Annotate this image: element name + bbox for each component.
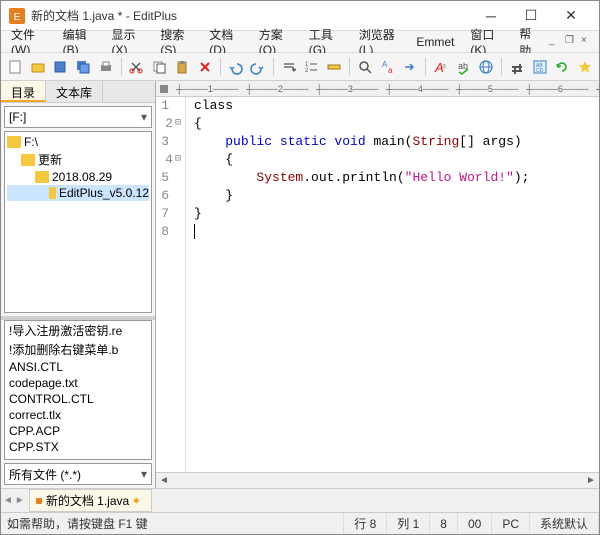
tree-node[interactable]: EditPlus_v5.0.12 [7,185,149,201]
line-gutter: 12⊟34⊟5678 [156,97,186,472]
folder-icon [49,187,56,199]
browser-icon[interactable] [476,56,496,78]
svg-text:CD: CD [536,68,544,74]
h-scrollbar[interactable]: ◄ ► [156,472,599,488]
document-tab-active[interactable]: 新的文档 1.java ⬥ [29,489,153,512]
menu-emmet[interactable]: Emmet [410,33,460,51]
drive-selector[interactable]: [F:] [4,106,152,128]
file-list-item[interactable]: codepage.txt [5,375,151,391]
file-list-item[interactable]: cs.stx [5,455,151,460]
copy-icon[interactable] [149,56,169,78]
main-area: 目录 文本库 [F:] F:\更新2018.08.29EditPlus_v5.0… [1,81,599,488]
sidebar-tabs: 目录 文本库 [1,81,155,103]
file-list-item[interactable]: CONTROL.CTL [5,391,151,407]
svg-text:a: a [388,66,393,75]
editor-content[interactable]: 12⊟34⊟5678 class{ public static void mai… [156,97,599,472]
document-tab-label: 新的文档 1.java [46,492,129,509]
directory-tree[interactable]: F:\更新2018.08.29EditPlus_v5.0.12 [4,131,152,313]
redo-icon[interactable] [248,56,268,78]
mdi-min-icon[interactable]: _ [549,35,563,49]
tree-node[interactable]: 更新 [7,150,149,169]
print-icon[interactable] [96,56,116,78]
goto-icon[interactable] [400,56,420,78]
file-filter[interactable]: 所有文件 (*.*) [4,463,152,485]
open-file-icon[interactable] [28,56,48,78]
font-icon[interactable]: Aa [431,56,451,78]
linenumber-icon[interactable]: 12 [301,56,321,78]
status-line: 行 8 [344,513,387,534]
menu-bar: 文件(W) 编辑(B) 显示(X) 搜索(S) 文档(D) 方案(O) 工具(G… [1,31,599,53]
status-v2: 00 [458,513,492,534]
status-col: 列 1 [387,513,430,534]
document-tabs: ◄ ► 新的文档 1.java ⬥ [1,488,599,512]
delete-icon[interactable] [195,56,215,78]
svg-text:a: a [442,63,446,70]
replace-icon[interactable]: Aa [378,56,398,78]
tree-node[interactable]: F:\ [7,134,149,150]
editor-area: ┼────1────┼────2────┼────3────┼────4────… [156,81,599,488]
tab-nav-right-icon[interactable]: ► [15,495,25,506]
status-help: 如需帮助，请按键盘 F1 键 [1,513,344,534]
document-tab-icon [36,498,42,504]
mdi-close-icon[interactable]: × [581,35,595,49]
abcd-icon[interactable]: ABCD [530,56,550,78]
tree-node[interactable]: 2018.08.29 [7,169,149,185]
folder-icon [21,154,35,166]
mdi-restore-icon[interactable]: ❐ [565,35,579,49]
save-icon[interactable] [50,56,70,78]
sidebar-tab-directory[interactable]: 目录 [1,81,46,102]
file-list-item[interactable]: ANSI.CTL [5,359,151,375]
scroll-left-icon[interactable]: ◄ [156,475,172,486]
settings-icon[interactable] [507,56,527,78]
cut-icon[interactable] [127,56,147,78]
sidebar: 目录 文本库 [F:] F:\更新2018.08.29EditPlus_v5.0… [1,81,156,488]
status-mode: PC [492,513,530,534]
ruler: ┼────1────┼────2────┼────3────┼────4────… [156,81,599,97]
status-v1: 8 [430,513,458,534]
toolbar: 12 Aa Aa ab ABCD [1,53,599,81]
file-list-item[interactable]: CPP.STX [5,439,151,455]
app-icon: E [9,8,25,24]
code-area[interactable]: class{ public static void main(String[] … [186,97,599,472]
svg-text:2: 2 [305,68,309,74]
ruler-icon[interactable] [324,56,344,78]
file-list[interactable]: !导入注册激活密钥.re!添加删除右键菜单.bANSI.CTLcodepage.… [4,320,152,460]
scroll-right-icon[interactable]: ► [583,475,599,486]
file-list-item[interactable]: !导入注册激活密钥.re [5,321,151,340]
star-icon[interactable] [575,56,595,78]
sidebar-tab-cliptext[interactable]: 文本库 [46,81,103,102]
file-list-item[interactable]: !添加删除右键菜单.b [5,340,151,359]
file-list-item[interactable]: correct.tlx [5,407,151,423]
folder-icon [35,171,49,183]
new-file-icon[interactable] [5,56,25,78]
window-title: 新的文档 1.java * - EditPlus [31,7,471,24]
wordwrap-icon[interactable] [279,56,299,78]
status-encoding: 系统默认 [530,513,599,534]
save-all-icon[interactable] [73,56,93,78]
spellcheck-icon[interactable]: ab [454,56,474,78]
document-tab-dropdown-icon[interactable]: ⬥ [133,495,139,506]
undo-icon[interactable] [225,56,245,78]
file-list-item[interactable]: CPP.ACP [5,423,151,439]
folder-icon [7,136,21,148]
refresh-icon[interactable] [553,56,573,78]
svg-text:E: E [14,12,21,23]
paste-icon[interactable] [172,56,192,78]
close-button[interactable]: ✕ [551,2,591,30]
find-icon[interactable] [355,56,375,78]
tab-nav-left-icon[interactable]: ◄ [3,495,13,506]
status-bar: 如需帮助，请按键盘 F1 键 行 8 列 1 8 00 PC 系统默认 [1,512,599,534]
